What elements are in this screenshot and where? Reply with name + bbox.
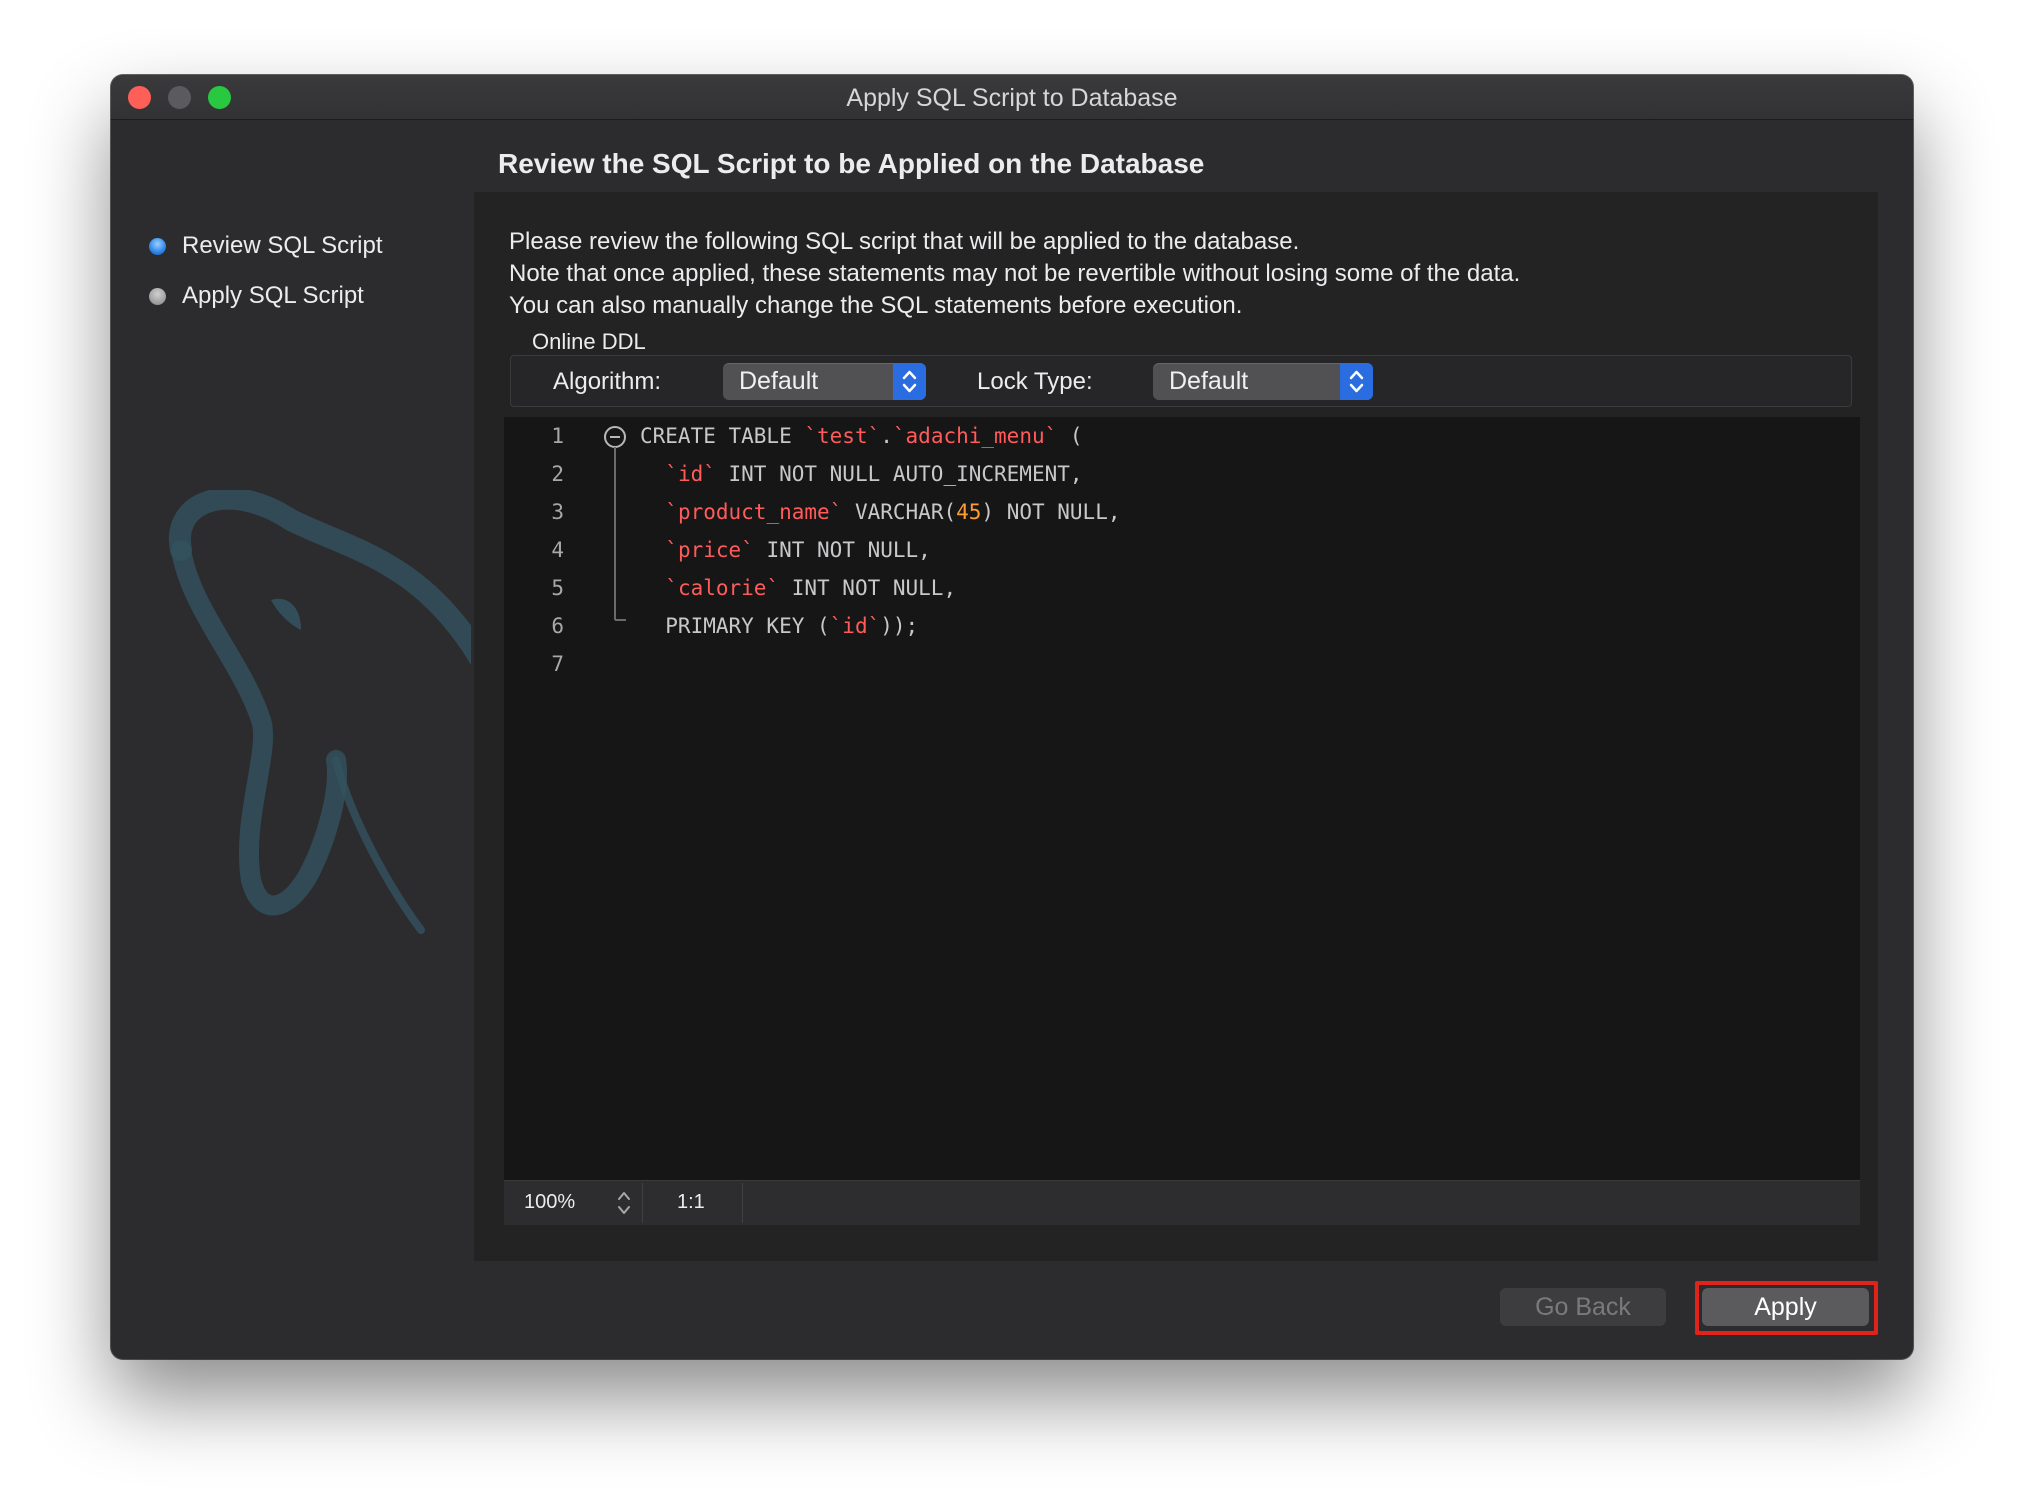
algorithm-label: Algorithm: [553,368,662,395]
dialog-window: Apply SQL Script to Database Review SQL … [111,75,1913,1359]
code-text: `calorie` INT NOT NULL, [640,569,956,607]
code-line: 7 [504,645,1860,683]
sql-keyword: CREATE TABLE [640,424,805,448]
zoom-stepper-icon[interactable] [616,1188,632,1218]
chevron-up-down-icon [1340,363,1373,400]
wizard-sidebar: Review SQL Script Apply SQL Script [111,120,474,1359]
code-line: 2 `id` INT NOT NULL AUTO_INCREMENT, [504,455,1860,493]
sql-keyword: )); [880,614,919,638]
code-text: `price` INT NOT NULL, [640,531,931,569]
title-bar: Apply SQL Script to Database [111,75,1913,120]
page-title: Review the SQL Script to be Applied on t… [498,148,1205,179]
sql-keyword: ( [1057,424,1083,448]
sql-identifier: `calorie` [665,576,780,600]
sql-identifier: `adachi_menu` [892,424,1058,448]
step-label: Apply SQL Script [182,282,364,309]
status-divider [642,1183,643,1223]
sql-identifier: `test` [804,424,881,448]
step-label: Review SQL Script [182,232,383,259]
line-number: 1 [551,424,564,448]
line-number: 5 [551,576,564,600]
script-review-panel: Please review the following SQL script t… [474,192,1878,1261]
line-number: 7 [551,652,564,676]
line-number: 3 [551,500,564,524]
chevron-up-down-icon [893,363,926,400]
sql-keyword: PRIMARY KEY ( [640,614,830,638]
sql-identifier: `price` [665,538,754,562]
mysql-dolphin-logo [168,490,471,934]
step-pending-indicator-icon [149,287,166,305]
sql-keyword: VARCHAR( [842,500,957,524]
code-line: 4 `price` INT NOT NULL, [504,531,1860,569]
code-line: 5 `calorie` INT NOT NULL, [504,569,1860,607]
go-back-button[interactable]: Go Back [1500,1288,1666,1326]
window-title: Apply SQL Script to Database [846,84,1178,112]
sql-keyword [640,576,665,600]
code-text: `product_name` VARCHAR(45) NOT NULL, [640,493,1120,531]
line-number: 4 [551,538,564,562]
sql-keyword: INT NOT NULL AUTO_INCREMENT, [715,462,1083,486]
sql-keyword: . [880,424,893,448]
sql-editor[interactable]: 1 CREATE TABLE `test`.`adachi_menu` (2 `i… [504,417,1860,1180]
code-text: PRIMARY KEY (`id`)); [640,607,918,645]
editor-status-bar: 100% 1:1 [504,1180,1860,1225]
sql-keyword [640,462,665,486]
algorithm-select-value: Default [739,367,819,395]
algorithm-select[interactable]: Default [723,363,926,400]
step-active-indicator-icon [149,237,166,255]
line-number: 2 [551,462,564,486]
sql-number: 45 [956,500,982,524]
sql-identifier: `id` [665,462,716,486]
sql-keyword: INT NOT NULL, [753,538,931,562]
online-ddl-group: Algorithm: Default Lock Type: Default [510,355,1852,407]
lock-type-select[interactable]: Default [1153,363,1373,400]
sql-keyword [640,538,665,562]
instruction-line: Please review the following SQL script t… [509,228,1300,255]
code-line: 1 CREATE TABLE `test`.`adachi_menu` ( [504,417,1860,455]
lock-type-select-value: Default [1169,367,1249,395]
sql-identifier: `id` [829,614,881,638]
lock-type-label: Lock Type: [977,368,1093,395]
status-divider [742,1183,743,1223]
cursor-position: 1:1 [677,1191,705,1213]
step-apply-sql-script: Apply SQL Script [149,280,364,312]
step-review-sql-script: Review SQL Script [149,230,383,262]
instructions-text: Please review the following SQL script t… [509,226,1520,322]
online-ddl-group-label: Online DDL [532,329,646,354]
line-number: 6 [551,614,564,638]
apply-button[interactable]: Apply [1702,1288,1869,1326]
code-line: 6 PRIMARY KEY (`id`)); [504,607,1860,645]
code-text: CREATE TABLE `test`.`adachi_menu` ( [640,417,1083,455]
code-text: `id` INT NOT NULL AUTO_INCREMENT, [640,455,1083,493]
instruction-line: Note that once applied, these statements… [509,260,1521,287]
sql-keyword [640,500,665,524]
sql-identifier: `product_name` [665,500,843,524]
instruction-line: You can also manually change the SQL sta… [509,292,1243,319]
code-line: 3 `product_name` VARCHAR(45) NOT NULL, [504,493,1860,531]
sql-keyword: ) NOT NULL, [981,500,1121,524]
zoom-level: 100% [524,1191,576,1213]
sql-keyword: INT NOT NULL, [779,576,957,600]
